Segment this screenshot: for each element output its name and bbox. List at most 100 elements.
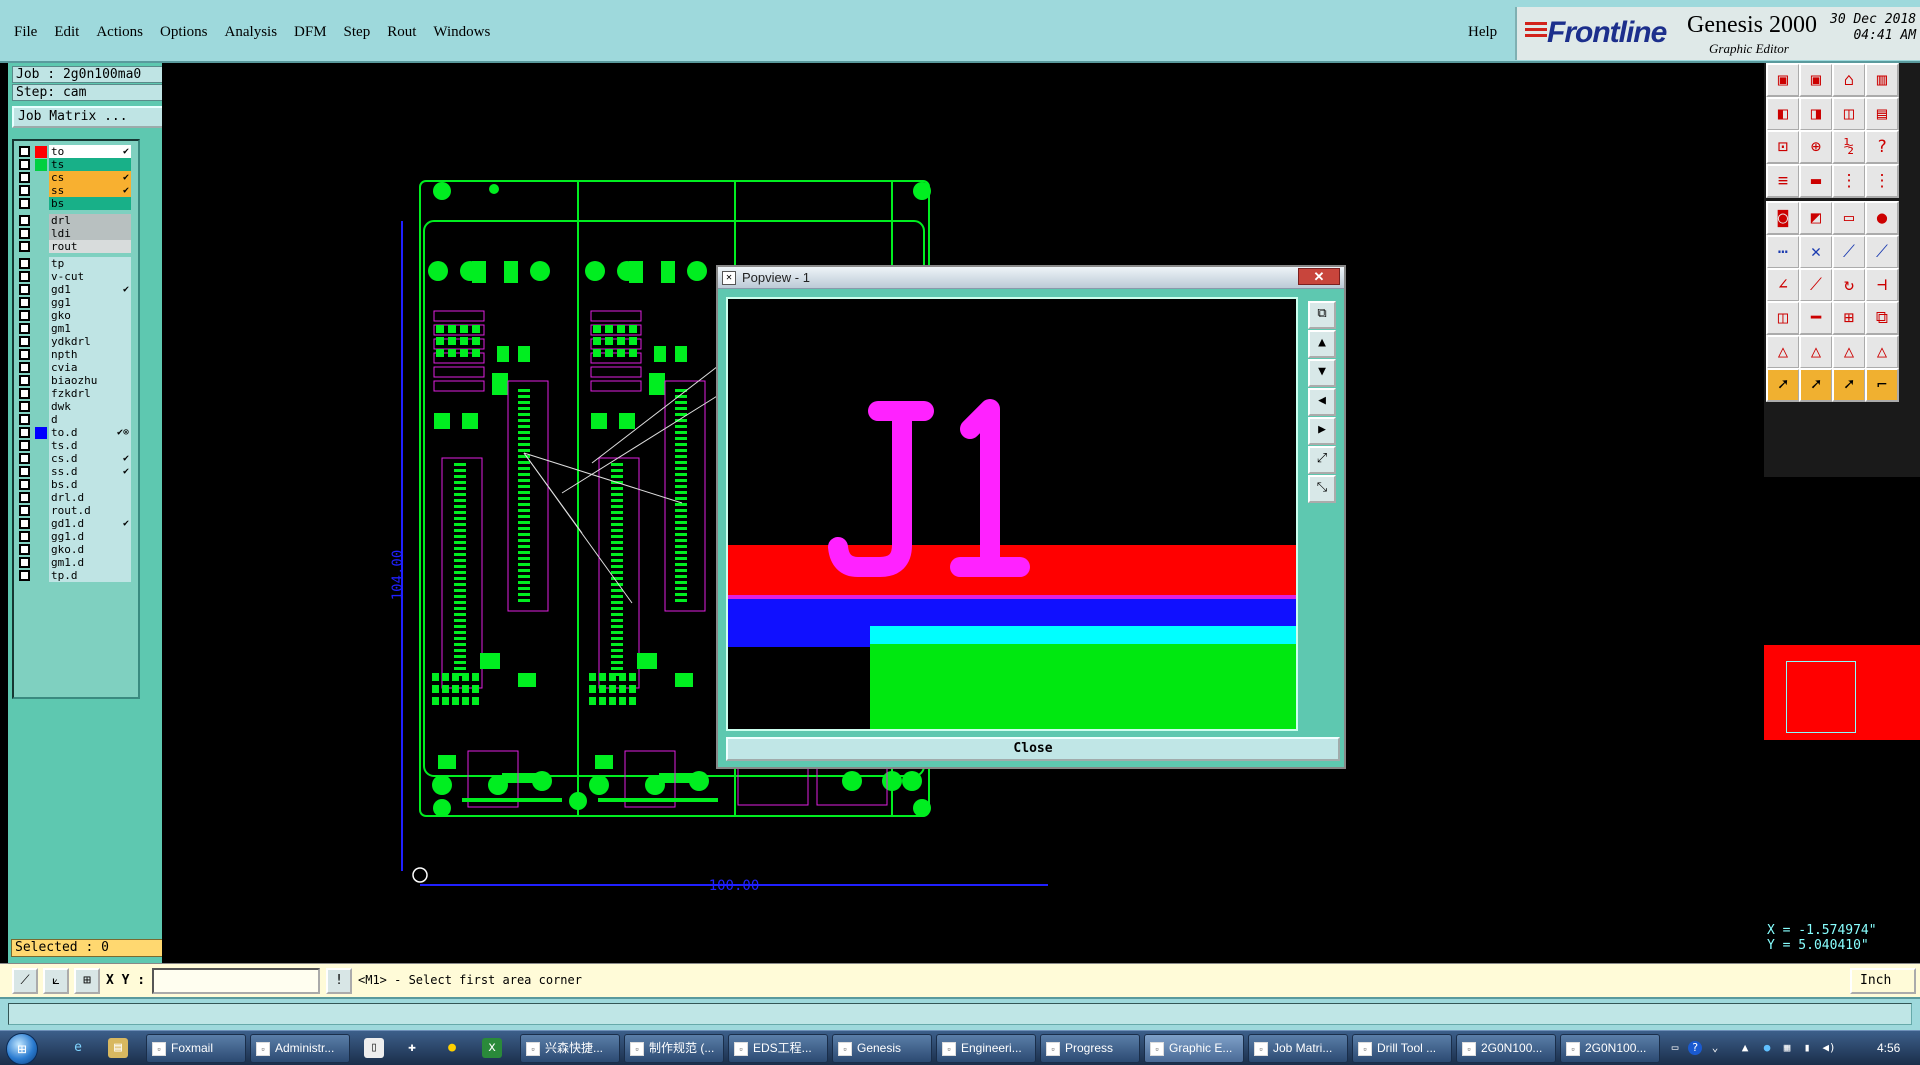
layer-name[interactable]: tp.d	[49, 569, 131, 582]
tray-expand-icon[interactable]: ▲	[1738, 1041, 1752, 1055]
layer-row[interactable]: gg1.d	[16, 530, 140, 543]
pad-icon[interactable]: ▬	[1799, 164, 1833, 198]
taskbar-item[interactable]: ▫ Progress	[1040, 1034, 1140, 1063]
snap-point-icon[interactable]: ◫	[1766, 301, 1800, 335]
layer-name[interactable]: cs ✔	[49, 171, 131, 184]
one-to-two-icon[interactable]: ½	[1832, 130, 1866, 164]
layer-row[interactable]: ydkdrl	[16, 335, 140, 348]
layer-checkbox[interactable]	[19, 453, 30, 464]
layer-checkbox[interactable]	[19, 349, 30, 360]
pv-zoom-in-icon[interactable]: ⤡	[1308, 475, 1336, 503]
layer-row[interactable]: gg1	[16, 296, 140, 309]
tray-keyboard-icon[interactable]: ▭	[1668, 1041, 1682, 1055]
layer-row[interactable]: ss ✔	[16, 184, 140, 197]
measure-icon[interactable]: ⟀	[43, 968, 69, 994]
layer-checkbox[interactable]	[19, 375, 30, 386]
pointer-alt-icon[interactable]: ➚	[1799, 368, 1833, 402]
zoom-ratio-icon[interactable]: ◫	[1832, 97, 1866, 131]
taskbar-item[interactable]: ▫ Administr...	[250, 1034, 350, 1063]
layer-checkbox[interactable]	[19, 271, 30, 282]
measure-icon[interactable]: ⋮	[1865, 164, 1899, 198]
pan-left-icon[interactable]: ◧	[1766, 97, 1800, 131]
pv-pan-left-icon[interactable]: ◀	[1308, 388, 1336, 416]
taskbar-item[interactable]: ▫ Foxmail	[146, 1034, 246, 1063]
fit-icon[interactable]: ⊡	[1766, 130, 1800, 164]
layer-row[interactable]: biaozhu	[16, 374, 140, 387]
taskbar-item[interactable]: ▫ Genesis	[832, 1034, 932, 1063]
taskbar-item[interactable]: ▫ Graphic E...	[1144, 1034, 1244, 1063]
layer-row[interactable]: v-cut	[16, 270, 140, 283]
layer-name[interactable]: gg1.d	[49, 530, 131, 543]
layer-checkbox[interactable]	[19, 172, 30, 183]
angle-icon[interactable]: ∠	[1766, 268, 1800, 302]
layer-checkbox[interactable]	[19, 297, 30, 308]
menu-file[interactable]: File	[14, 24, 37, 41]
layer-row[interactable]: bs	[16, 197, 140, 210]
layer-row[interactable]: rout.d	[16, 504, 140, 517]
layer-name[interactable]: drl	[49, 214, 131, 227]
grid-icon[interactable]: ⊞	[74, 968, 100, 994]
layer-name[interactable]: ldi	[49, 227, 131, 240]
layer-checkbox[interactable]	[19, 544, 30, 555]
layer-name[interactable]: to.d ✔⊗	[49, 426, 131, 439]
layer-name[interactable]: cs.d ✔	[49, 452, 131, 465]
layer-checkbox[interactable]	[19, 570, 30, 581]
layer-up-icon[interactable]: ▣	[1766, 63, 1800, 97]
layer-checkbox[interactable]	[19, 401, 30, 412]
measure-dist-icon[interactable]: ⋮	[1832, 164, 1866, 198]
layer-row[interactable]: gd1.d ✔	[16, 517, 140, 530]
window-icon[interactable]: ▥	[1865, 63, 1899, 97]
layer-row[interactable]: drl	[16, 214, 140, 227]
layer-checkbox[interactable]	[19, 336, 30, 347]
layer-row[interactable]: bs.d	[16, 478, 140, 491]
layer-name[interactable]: bs	[49, 197, 131, 210]
tray-options-icon[interactable]: ⌄	[1708, 1041, 1722, 1055]
tray-volume-icon[interactable]: ◀)	[1822, 1041, 1836, 1055]
layer-checkbox[interactable]	[19, 388, 30, 399]
pv-zoom-window-icon[interactable]: ⧉	[1308, 301, 1336, 329]
menu-step[interactable]: Step	[344, 24, 371, 41]
shape-icon[interactable]: ⧉	[1865, 301, 1899, 335]
draw-line-icon[interactable]: ⟋	[1799, 268, 1833, 302]
route-icon[interactable]: ⌐	[1865, 368, 1899, 402]
layer-row[interactable]: drl.d	[16, 491, 140, 504]
layer-checkbox[interactable]	[19, 479, 30, 490]
layer-row[interactable]: ss.d ✔	[16, 465, 140, 478]
features-icon[interactable]: ≡	[1766, 164, 1800, 198]
document-icon[interactable]: ▯	[364, 1038, 384, 1058]
layer-row[interactable]: to.d ✔⊗	[16, 426, 140, 439]
layer-row[interactable]: tp	[16, 257, 140, 270]
layer-row[interactable]: ts	[16, 158, 140, 171]
paint-icon[interactable]: ✚	[402, 1038, 422, 1058]
layer-name[interactable]: d	[49, 413, 131, 426]
center-icon[interactable]: ⊕	[1799, 130, 1833, 164]
overview-panel[interactable]	[1764, 477, 1920, 913]
layer-name[interactable]: npth	[49, 348, 131, 361]
pv-pan-down-icon[interactable]: ▼	[1308, 359, 1336, 387]
layer-checkbox[interactable]	[19, 310, 30, 321]
app-icon[interactable]: ●	[442, 1038, 462, 1058]
taskbar-item[interactable]: ▫ Drill Tool ...	[1352, 1034, 1452, 1063]
tray-printer-icon[interactable]: ▦	[1780, 1041, 1794, 1055]
layer-name[interactable]: ss.d ✔	[49, 465, 131, 478]
ie-icon[interactable]: e	[68, 1038, 88, 1058]
layer-checkbox[interactable]	[19, 557, 30, 568]
taskbar-item[interactable]: ▫ 兴森快捷...	[520, 1034, 620, 1063]
layer-name[interactable]: gg1	[49, 296, 131, 309]
layer-row[interactable]: cs.d ✔	[16, 452, 140, 465]
layer-checkbox[interactable]	[19, 284, 30, 295]
layer-row[interactable]: dwk	[16, 400, 140, 413]
menu-actions[interactable]: Actions	[96, 24, 143, 41]
layer-name[interactable]: v-cut	[49, 270, 131, 283]
layer-name[interactable]: dwk	[49, 400, 131, 413]
layer-checkbox[interactable]	[19, 258, 30, 269]
tray-network-icon[interactable]: ▮	[1800, 1041, 1814, 1055]
layer-row[interactable]: rout	[16, 240, 140, 253]
select-icon[interactable]: ◙	[1766, 201, 1800, 235]
menu-help[interactable]: Help	[1468, 24, 1497, 41]
overview-viewport[interactable]	[1786, 661, 1856, 733]
layer-name[interactable]: ss ✔	[49, 184, 131, 197]
layer-name[interactable]: biaozhu	[49, 374, 131, 387]
menu-dfm[interactable]: DFM	[294, 24, 327, 41]
explorer-icon[interactable]: ▤	[108, 1038, 128, 1058]
